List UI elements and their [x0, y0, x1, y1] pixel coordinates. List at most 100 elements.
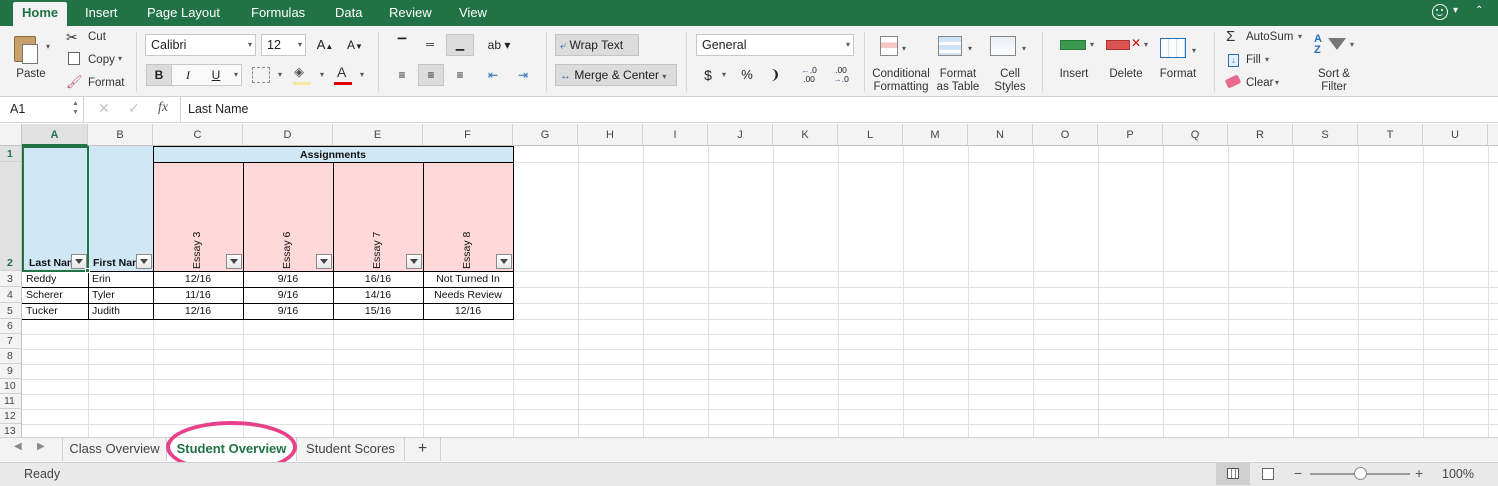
decrease-decimal-button[interactable]: .00 →.0: [828, 64, 854, 86]
column-header-r[interactable]: R: [1228, 124, 1293, 146]
currency-button[interactable]: $: [700, 64, 716, 86]
filter-dropdown-first-name[interactable]: [136, 254, 152, 269]
first-name-cell[interactable]: Judith: [92, 303, 120, 319]
align-right-button[interactable]: ≡: [448, 64, 472, 86]
cut-button[interactable]: Cut: [88, 31, 106, 44]
sort-filter-button[interactable]: AZ ▾: [1314, 34, 1360, 66]
align-left-button[interactable]: ≡: [390, 64, 414, 86]
merge-center-button[interactable]: ↔ Merge & Center ▾: [555, 64, 677, 86]
decrease-indent-button[interactable]: ⇤: [480, 64, 506, 86]
number-format-select[interactable]: General ▾: [696, 34, 854, 56]
fill-color-dropdown-icon[interactable]: ▾: [320, 70, 324, 79]
tab-review[interactable]: Review: [380, 0, 441, 26]
column-header-h[interactable]: H: [578, 124, 643, 146]
ribbon-collapse-icon[interactable]: ⌃: [1475, 5, 1483, 16]
score-cell[interactable]: 9/16: [243, 271, 333, 287]
currency-dropdown-icon[interactable]: ▾: [722, 70, 726, 79]
percent-button[interactable]: %: [736, 64, 758, 86]
formula-input[interactable]: Last Name: [188, 97, 1488, 122]
normal-view-button[interactable]: [1216, 463, 1250, 485]
filter-dropdown-essay-6[interactable]: [316, 254, 332, 269]
underline-dropdown-icon[interactable]: ▾: [234, 70, 238, 79]
page-layout-view-icon[interactable]: [1262, 468, 1274, 480]
autosum-button[interactable]: AutoSum: [1246, 31, 1293, 44]
copy-button[interactable]: Copy: [88, 54, 115, 67]
copy-dropdown-icon[interactable]: ▾: [118, 54, 122, 63]
row-header-5[interactable]: 5: [0, 303, 22, 319]
wrap-text-button[interactable]: ⤶ Wrap Text: [555, 34, 639, 56]
tab-page-layout[interactable]: Page Layout: [138, 0, 229, 26]
column-header-a[interactable]: A: [22, 124, 88, 146]
filter-dropdown-essay-7[interactable]: [406, 254, 422, 269]
decrease-font-size-button[interactable]: A▼: [342, 34, 368, 56]
paste-button[interactable]: [12, 32, 42, 66]
column-header-k[interactable]: K: [773, 124, 838, 146]
insert-function-button[interactable]: fx: [158, 100, 168, 116]
add-sheet-button[interactable]: +: [405, 438, 441, 461]
row-header-9[interactable]: 9: [0, 364, 22, 379]
fill-handle[interactable]: [85, 268, 90, 273]
font-color-dropdown-icon[interactable]: ▾: [360, 70, 364, 79]
format-painter-button[interactable]: Format: [88, 77, 124, 90]
format-as-table-button[interactable]: ▾: [938, 34, 978, 66]
first-name-cell[interactable]: Tyler: [92, 287, 115, 303]
insert-cells-button[interactable]: ▾: [1054, 36, 1098, 66]
increase-indent-button[interactable]: ⇥: [510, 64, 536, 86]
zoom-level[interactable]: 100%: [1442, 467, 1474, 481]
row-header-11[interactable]: 11: [0, 394, 22, 409]
last-name-cell[interactable]: Reddy: [26, 271, 56, 287]
paste-dropdown-icon[interactable]: ▾: [46, 42, 50, 51]
row-header-4[interactable]: 4: [0, 287, 22, 303]
clear-dropdown-icon[interactable]: ▾: [1275, 78, 1279, 87]
column-header-e[interactable]: E: [333, 124, 423, 146]
conditional-formatting-button[interactable]: ▾: [880, 34, 916, 66]
zoom-slider-thumb[interactable]: [1354, 467, 1367, 480]
scroll-tabs-left-icon[interactable]: ◀: [14, 441, 22, 452]
format-cells-button[interactable]: ▾: [1158, 34, 1202, 66]
increase-decimal-button[interactable]: ←.0.00: [796, 64, 822, 86]
select-all-corner[interactable]: [0, 124, 22, 146]
feedback-chevron-icon[interactable]: ▾: [1453, 5, 1458, 16]
row-header-6[interactable]: 6: [0, 319, 22, 334]
first-name-cell[interactable]: Erin: [92, 271, 111, 287]
row-header-3[interactable]: 3: [0, 271, 22, 287]
column-header-s[interactable]: S: [1293, 124, 1358, 146]
score-cell[interactable]: 16/16: [333, 271, 423, 287]
align-middle-button[interactable]: ═: [418, 34, 442, 56]
row-header-7[interactable]: 7: [0, 334, 22, 349]
zoom-out-button[interactable]: −: [1294, 465, 1302, 481]
fill-dropdown-icon[interactable]: ▾: [1265, 55, 1269, 64]
score-cell[interactable]: 12/16: [153, 303, 243, 319]
score-cell[interactable]: 14/16: [333, 287, 423, 303]
row-header-12[interactable]: 12: [0, 409, 22, 424]
column-header-t[interactable]: T: [1358, 124, 1423, 146]
cell-styles-button[interactable]: ▾: [990, 34, 1030, 66]
column-header-m[interactable]: M: [903, 124, 968, 146]
orientation-button[interactable]: ab ▾: [482, 34, 516, 56]
autosum-dropdown-icon[interactable]: ▾: [1298, 32, 1302, 41]
borders-dropdown-icon[interactable]: ▾: [278, 70, 282, 79]
align-bottom-button[interactable]: ▁: [446, 34, 474, 56]
bold-button[interactable]: B: [146, 64, 172, 86]
align-top-button[interactable]: ▔: [390, 34, 414, 56]
score-cell[interactable]: 15/16: [333, 303, 423, 319]
comma-style-button[interactable]: ❩: [764, 64, 786, 86]
tab-view[interactable]: View: [450, 0, 496, 26]
column-header-c[interactable]: C: [153, 124, 243, 146]
score-cell[interactable]: 12/16: [153, 271, 243, 287]
column-header-l[interactable]: L: [838, 124, 903, 146]
column-header-d[interactable]: D: [243, 124, 333, 146]
delete-cells-button[interactable]: ✕ ▾: [1104, 36, 1148, 66]
row-header-8[interactable]: 8: [0, 349, 22, 364]
underline-button[interactable]: U: [204, 64, 228, 86]
tab-formulas[interactable]: Formulas: [242, 0, 314, 26]
filter-dropdown-essay-8[interactable]: [496, 254, 512, 269]
sheet-tab-class-overview[interactable]: Class Overview: [62, 438, 167, 461]
column-header-j[interactable]: J: [708, 124, 773, 146]
clear-button[interactable]: Clear: [1246, 77, 1273, 90]
column-header-f[interactable]: F: [423, 124, 513, 146]
last-name-cell[interactable]: Scherer: [26, 287, 63, 303]
tab-home[interactable]: Home: [13, 2, 68, 26]
tab-data[interactable]: Data: [326, 0, 371, 26]
row-header-13[interactable]: 13: [0, 424, 22, 437]
